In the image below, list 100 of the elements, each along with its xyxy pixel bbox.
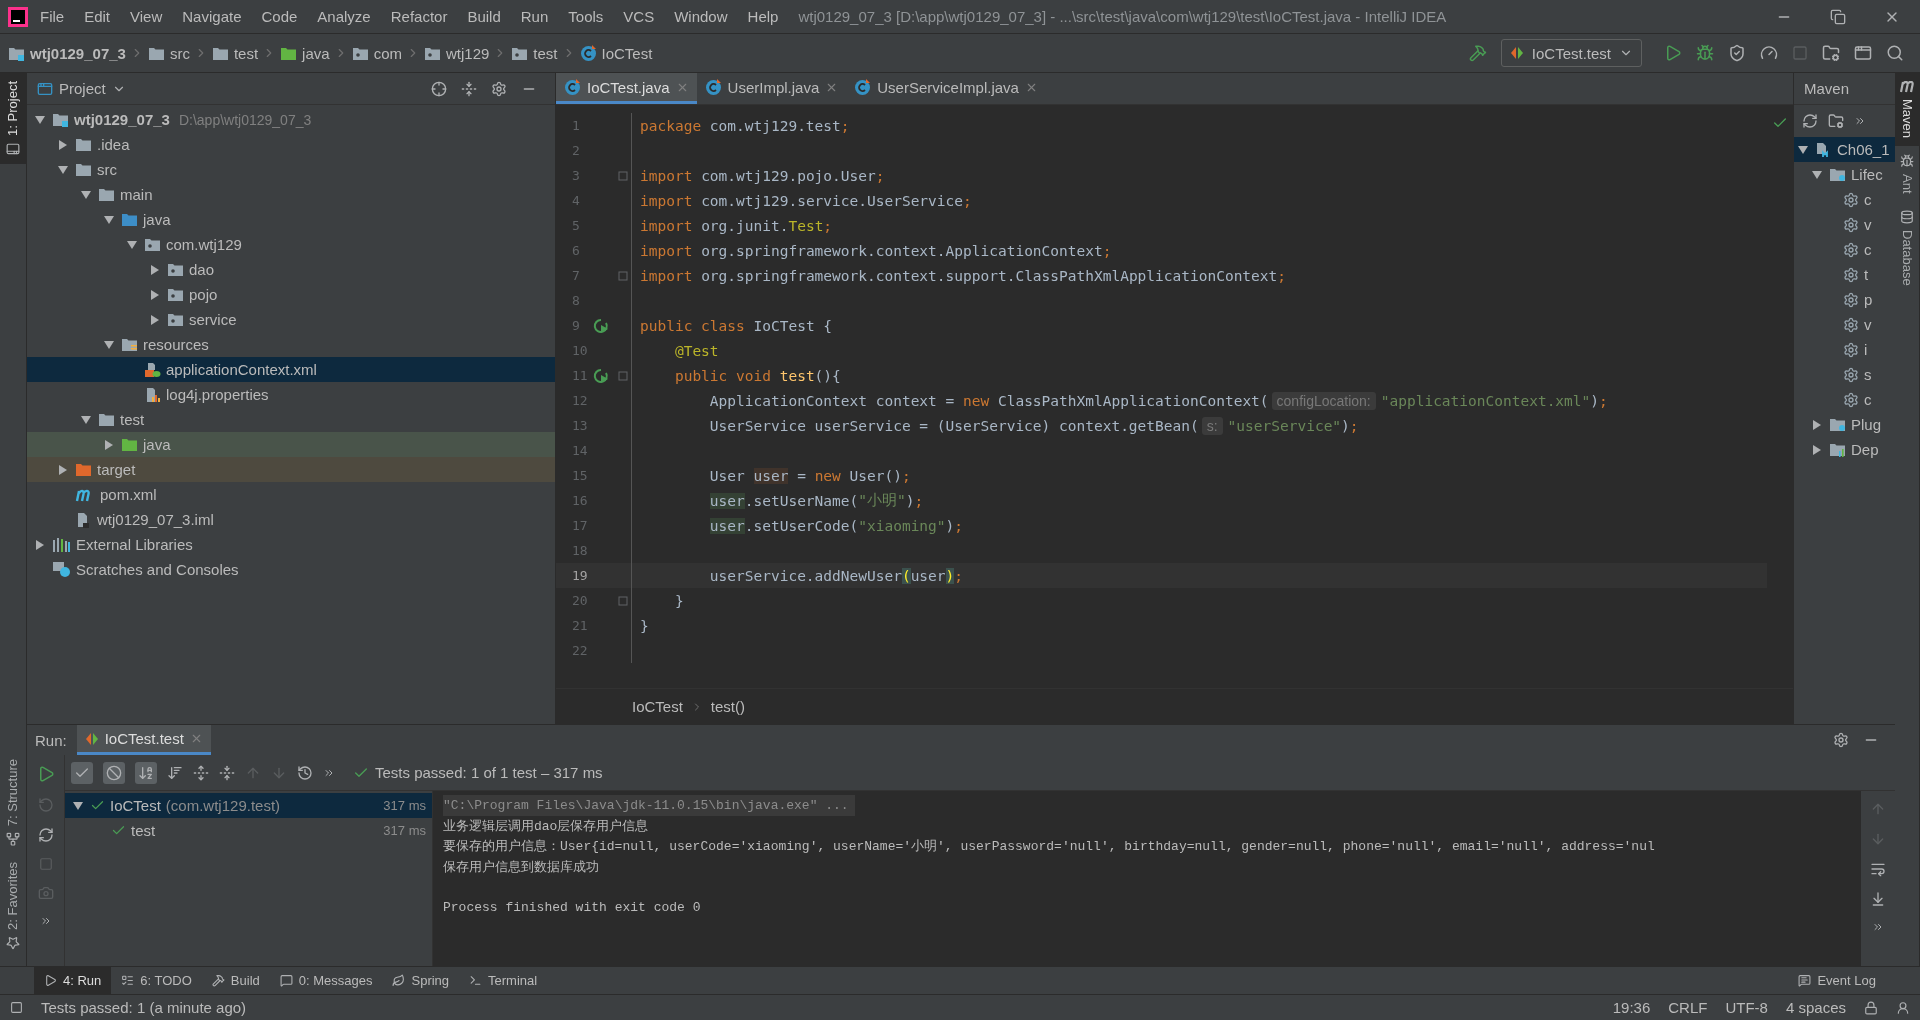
- collapsed-arrow-icon[interactable]: [103, 438, 115, 451]
- expanded-arrow-icon[interactable]: [103, 213, 115, 226]
- tree-item[interactable]: t: [1794, 262, 1895, 287]
- fold-marker-icon[interactable]: [617, 270, 628, 281]
- breadcrumb[interactable]: wtj0129_07_3: [8, 44, 126, 62]
- expanded-arrow-icon[interactable]: [1811, 168, 1823, 181]
- hammer-icon[interactable]: [1468, 44, 1487, 62]
- menu-item[interactable]: Build: [459, 8, 509, 25]
- run-tab[interactable]: IoCTest.test: [76, 725, 211, 755]
- tree-item[interactable]: .idea: [27, 132, 555, 157]
- lock-icon[interactable]: [1864, 1000, 1878, 1015]
- messages-icon[interactable]: [279, 974, 293, 987]
- show-ignored-icon[interactable]: [106, 764, 122, 781]
- tool-window-tab[interactable]: Maven: [1895, 73, 1919, 147]
- tree-item[interactable]: p: [1794, 287, 1895, 312]
- run-test-icon[interactable]: [593, 367, 609, 384]
- menu-item[interactable]: Navigate: [174, 8, 250, 25]
- status-item[interactable]: 19:36: [1612, 999, 1651, 1016]
- test-tree-item[interactable]: test 317 ms: [65, 818, 432, 843]
- event-log-tab[interactable]: Event Log: [1788, 966, 1886, 995]
- tree-item[interactable]: src: [27, 157, 555, 182]
- expand-all-icon[interactable]: [193, 764, 209, 781]
- menu-item[interactable]: Window: [666, 8, 736, 25]
- breadcrumb[interactable]: java: [280, 44, 330, 62]
- more-icon[interactable]: [1854, 115, 1866, 127]
- tree-item[interactable]: c: [1794, 187, 1895, 212]
- tree-item[interactable]: i: [1794, 337, 1895, 362]
- tree-item[interactable]: v: [1794, 312, 1895, 337]
- more-icon[interactable]: [1872, 921, 1884, 933]
- run-test-icon[interactable]: [593, 317, 609, 334]
- breadcrumb[interactable]: IoCTest: [579, 44, 653, 62]
- sort-alpha-icon[interactable]: [138, 764, 154, 781]
- tool-window-tab[interactable]: Database: [1895, 201, 1919, 294]
- tool-window-tab[interactable]: Terminal: [459, 966, 548, 995]
- menu-item[interactable]: Edit: [76, 8, 119, 25]
- structure-icon[interactable]: [6, 832, 20, 847]
- tree-item[interactable]: wtj0129_07_3.iml: [27, 507, 555, 532]
- expanded-arrow-icon[interactable]: [103, 338, 115, 351]
- editor-tab[interactable]: IoCTest.java: [556, 73, 697, 104]
- toggle-auto-test-icon[interactable]: [37, 827, 54, 843]
- fold-marker-icon[interactable]: [617, 370, 628, 381]
- debug-icon[interactable]: [1696, 44, 1714, 62]
- settings-icon[interactable]: [1833, 732, 1849, 748]
- reload-icon[interactable]: [1802, 113, 1818, 129]
- collapse-all-icon[interactable]: [219, 764, 235, 781]
- soft-wrap-icon[interactable]: [1870, 861, 1886, 877]
- status-item[interactable]: 4 spaces: [1785, 999, 1846, 1016]
- expanded-arrow-icon[interactable]: [34, 113, 46, 126]
- tree-item[interactable]: Plug: [1794, 412, 1895, 437]
- tree-item[interactable]: wtj0129_07_3 D:\app\wtj0129_07_3: [27, 107, 555, 132]
- tree-item[interactable]: resources: [27, 332, 555, 357]
- tree-item[interactable]: Ch06_1: [1794, 137, 1895, 162]
- more-icon[interactable]: [39, 915, 52, 927]
- tree-item[interactable]: com.wtj129: [27, 232, 555, 257]
- tree-item[interactable]: applicationContext.xml: [27, 357, 555, 382]
- project-view-selector[interactable]: Project: [37, 80, 126, 97]
- breadcrumb[interactable]: test: [211, 44, 259, 62]
- tree-item[interactable]: service: [27, 307, 555, 332]
- collapsed-arrow-icon[interactable]: [57, 463, 69, 476]
- menu-item[interactable]: Help: [739, 8, 787, 25]
- tool-window-tab[interactable]: 1: Project: [0, 73, 26, 164]
- collapse-all-icon[interactable]: [461, 80, 477, 97]
- tree-item[interactable]: v: [1794, 212, 1895, 237]
- coverage-icon[interactable]: [1728, 44, 1746, 62]
- menu-item[interactable]: VCS: [615, 8, 663, 25]
- fold-marker-icon[interactable]: [617, 595, 628, 606]
- star-icon[interactable]: [6, 936, 20, 950]
- hammer-icon[interactable]: [211, 974, 225, 987]
- breadcrumb[interactable]: test: [511, 44, 558, 62]
- history-icon[interactable]: [297, 764, 313, 781]
- menu-item[interactable]: Code: [253, 8, 306, 25]
- tool-window-tab[interactable]: 4: Run: [34, 966, 112, 995]
- tool-window-tab[interactable]: 0: Messages: [269, 966, 383, 995]
- test-tree-item[interactable]: IoCTest (com.wtj129.test) 317 ms: [65, 793, 432, 818]
- profiler-icon[interactable]: [1760, 44, 1778, 62]
- expanded-arrow-icon[interactable]: [126, 238, 138, 251]
- menu-item[interactable]: Run: [512, 8, 557, 25]
- menu-item[interactable]: File: [32, 8, 73, 25]
- run-config-dropdown[interactable]: IoCTest.test: [1500, 39, 1642, 67]
- breadcrumb[interactable]: test(): [710, 698, 746, 715]
- menu-item[interactable]: Tools: [560, 8, 612, 25]
- menu-item[interactable]: Analyze: [309, 8, 379, 25]
- collapsed-arrow-icon[interactable]: [1811, 443, 1823, 456]
- list-icon[interactable]: [121, 974, 135, 987]
- project-structure-icon[interactable]: [1822, 44, 1840, 62]
- tree-item[interactable]: main: [27, 182, 555, 207]
- locate-icon[interactable]: [431, 80, 447, 97]
- tree-item[interactable]: External Libraries: [27, 532, 555, 557]
- breadcrumb[interactable]: wtj129: [424, 44, 490, 62]
- folder-reload-icon[interactable]: [1828, 113, 1844, 129]
- sort-duration-icon[interactable]: [167, 764, 183, 781]
- tree-item[interactable]: Lifec: [1794, 162, 1895, 187]
- status-item[interactable]: CRLF: [1668, 999, 1708, 1016]
- expanded-arrow-icon[interactable]: [80, 413, 92, 426]
- run-icon[interactable]: [1664, 44, 1682, 62]
- tree-item[interactable]: test: [27, 407, 555, 432]
- tree-item[interactable]: target: [27, 457, 555, 482]
- tool-window-tab[interactable]: Ant: [1895, 146, 1919, 202]
- restore-icon[interactable]: [1830, 8, 1846, 25]
- play-icon[interactable]: [44, 974, 57, 987]
